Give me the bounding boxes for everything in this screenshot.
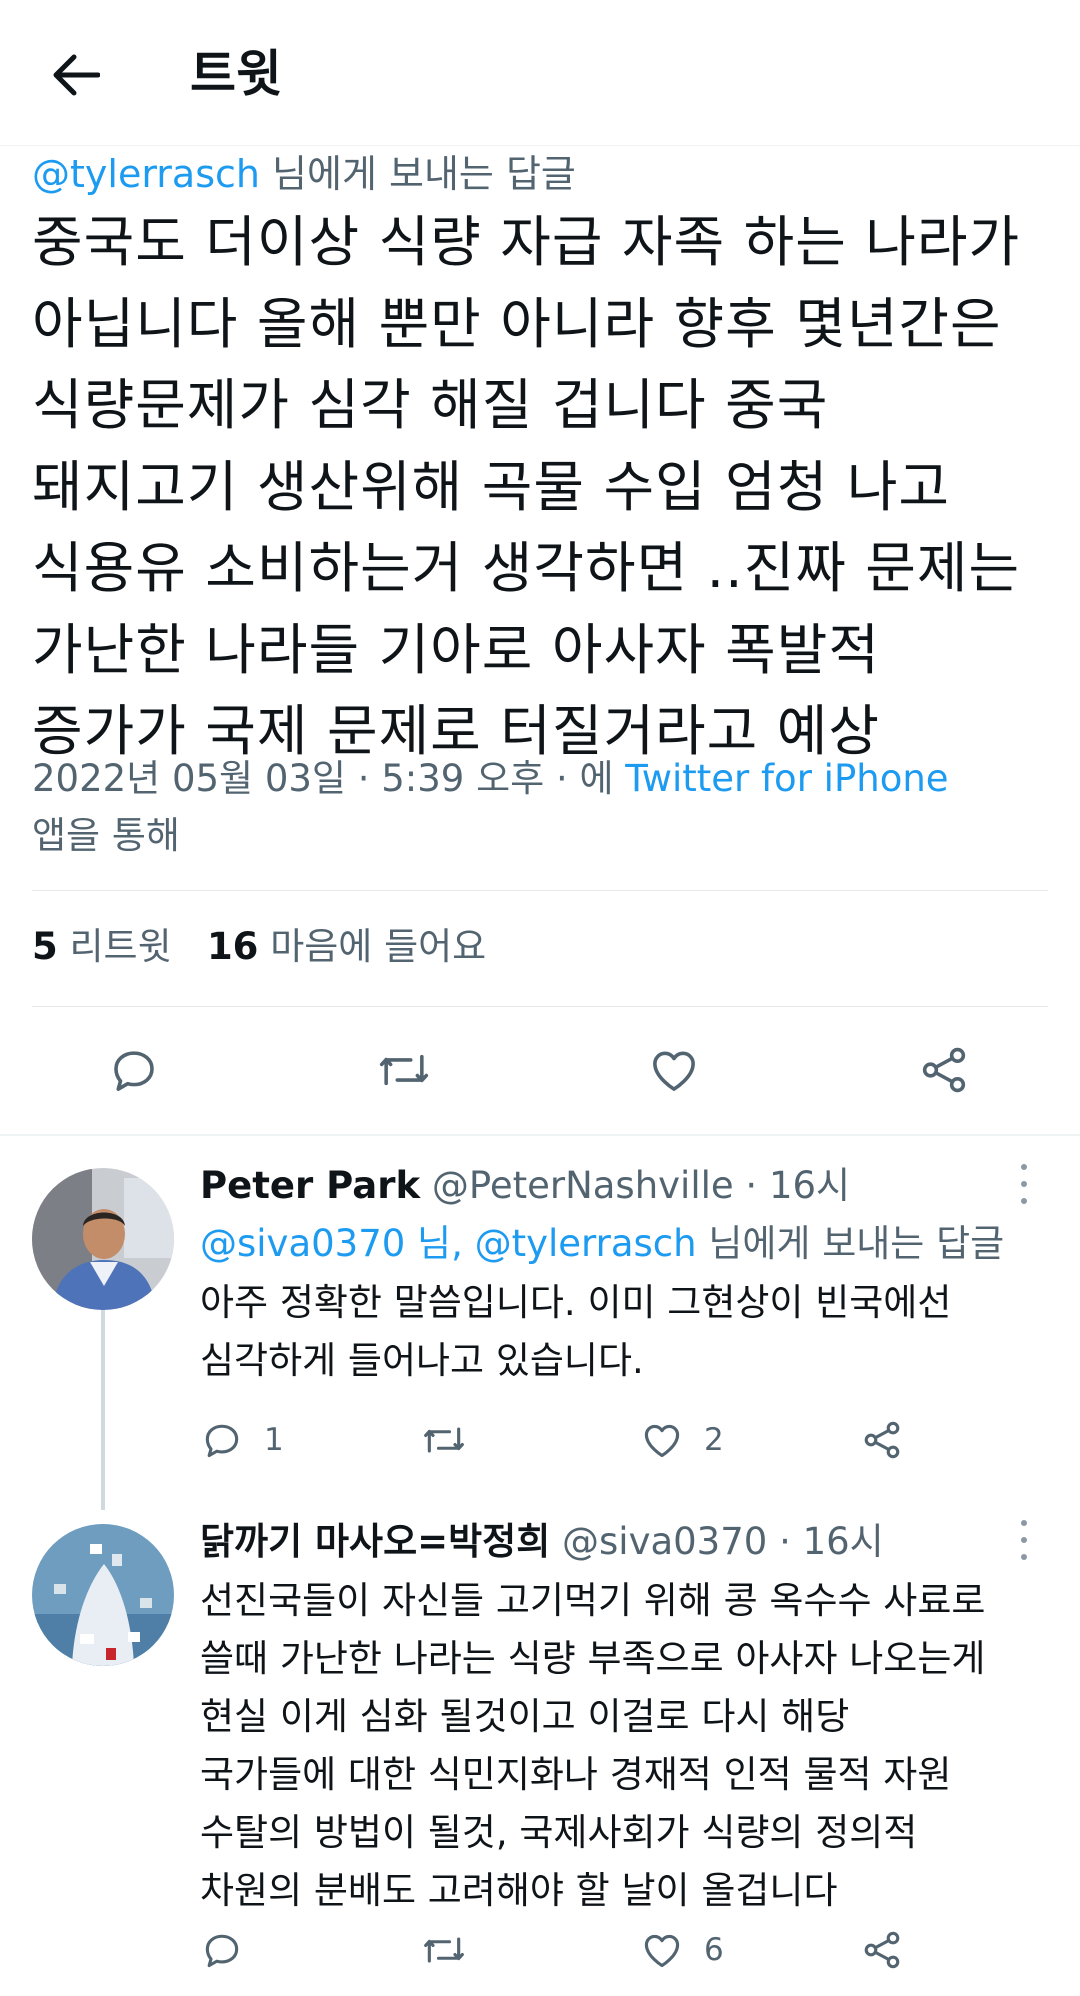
author-name[interactable]: Peter Park	[200, 1164, 420, 1207]
reply-context-label: 님에게 보내는 답글	[259, 152, 576, 196]
retweet-button[interactable]	[364, 1030, 444, 1110]
retweet-button[interactable]	[420, 1922, 488, 1978]
reply-header: 닭까기 마사오=박정희 @siva0370 · 16시	[200, 1513, 884, 1571]
retweet-stat[interactable]: 5 리트윗	[32, 925, 172, 968]
like-stat[interactable]: 16 마음에 들어요	[207, 925, 486, 968]
more-icon-dot	[1021, 1181, 1027, 1187]
retweet-icon	[424, 1427, 464, 1453]
tweet-timestamp[interactable]: 2022년 05월 03일 · 5:39 오후 · 에	[32, 757, 625, 800]
avatar[interactable]	[32, 1168, 174, 1310]
retweet-button[interactable]	[420, 1412, 488, 1468]
like-icon	[644, 1424, 680, 1458]
retweet-label: 리트윗	[57, 925, 172, 968]
source-suffix: 앱을 통해	[32, 814, 180, 857]
retweet-count: 5	[32, 925, 58, 968]
more-icon	[1021, 1164, 1027, 1170]
like-button[interactable]: 2	[640, 1412, 724, 1468]
source-app-link[interactable]: Twitter for iPhone	[625, 757, 948, 800]
like-count: 16	[206, 925, 259, 968]
profile-photo	[32, 1524, 174, 1666]
reply-mentions[interactable]: @siva0370 님, @tylerrasch	[200, 1222, 697, 1265]
share-icon	[922, 1047, 966, 1093]
like-icon	[653, 1051, 695, 1091]
author-handle[interactable]: @PeterNashville · 16시	[432, 1164, 850, 1207]
like-count: 2	[704, 1422, 724, 1458]
reply-icon	[205, 1424, 239, 1458]
reply-count: 1	[264, 1422, 284, 1458]
reply-header: Peter Park @PeterNashville · 16시	[200, 1157, 850, 1215]
divider	[32, 890, 1048, 891]
reply-button[interactable]	[200, 1922, 264, 1978]
reply-mention-link[interactable]: @tylerrasch	[32, 152, 260, 196]
share-icon	[864, 1931, 900, 1969]
reply-text: 아주 정확한 말씀입니다. 이미 그현상이 빈국에선 심각하게 들어나고 있습니…	[200, 1281, 952, 1382]
more-icon-dot	[1021, 1537, 1027, 1543]
like-icon	[644, 1934, 680, 1968]
more-icon-dot	[1021, 1554, 1027, 1560]
tweet-meta: 2022년 05월 03일 · 5:39 오후 · 에 Twitter for …	[32, 750, 1062, 864]
like-button[interactable]: 6	[640, 1922, 724, 1978]
avatar[interactable]	[32, 1524, 174, 1666]
profile-photo	[32, 1168, 174, 1310]
like-label: 마음에 들어요	[258, 925, 487, 968]
more-icon-dot	[1021, 1198, 1027, 1204]
more-button[interactable]	[1014, 1164, 1034, 1204]
share-button[interactable]	[860, 1412, 904, 1468]
reply-button[interactable]	[94, 1030, 174, 1110]
reply-text: 선진국들이 자신들 고기먹기 위해 콩 옥수수 사료로 쓸때 가난한 나라는 식…	[200, 1579, 986, 1912]
tweet-text: 중국도 더이상 식량 자급 자족 하는 나라가 아닙니다 올해 뿐만 아니라 향…	[32, 210, 1021, 763]
retweet-icon	[379, 1054, 429, 1086]
back-arrow-icon	[53, 54, 100, 96]
reply-context-label: 님에게 보내는 답글	[696, 1222, 1005, 1265]
reply-context: @siva0370 님, @tylerrasch 님에게 보내는 답글	[200, 1215, 1004, 1273]
like-count: 6	[704, 1932, 724, 1968]
reply-icon	[114, 1051, 154, 1091]
share-button[interactable]	[904, 1030, 984, 1110]
divider	[32, 1006, 1048, 1007]
share-icon	[864, 1421, 900, 1459]
reply-context: @tylerrasch 님에게 보내는 답글	[32, 150, 576, 198]
author-name[interactable]: 닭까기 마사오=박정희	[200, 1520, 550, 1563]
thread-line	[101, 1310, 105, 1510]
author-handle[interactable]: @siva0370 · 16시	[562, 1520, 884, 1563]
tweet-actions	[0, 1030, 1080, 1110]
page-title: 트윗	[190, 45, 282, 103]
more-icon	[1021, 1520, 1027, 1526]
reply-button[interactable]: 1	[200, 1412, 284, 1468]
share-button[interactable]	[860, 1922, 904, 1978]
retweet-icon	[424, 1937, 464, 1963]
tweet-stats: 5 리트윗 16 마음에 들어요	[32, 920, 486, 974]
back-button[interactable]	[40, 40, 110, 110]
section-divider	[0, 1134, 1080, 1136]
reply-icon	[205, 1934, 239, 1968]
top-bar: 트윗	[0, 0, 1080, 146]
more-button[interactable]	[1014, 1520, 1034, 1560]
like-button[interactable]	[634, 1030, 714, 1110]
